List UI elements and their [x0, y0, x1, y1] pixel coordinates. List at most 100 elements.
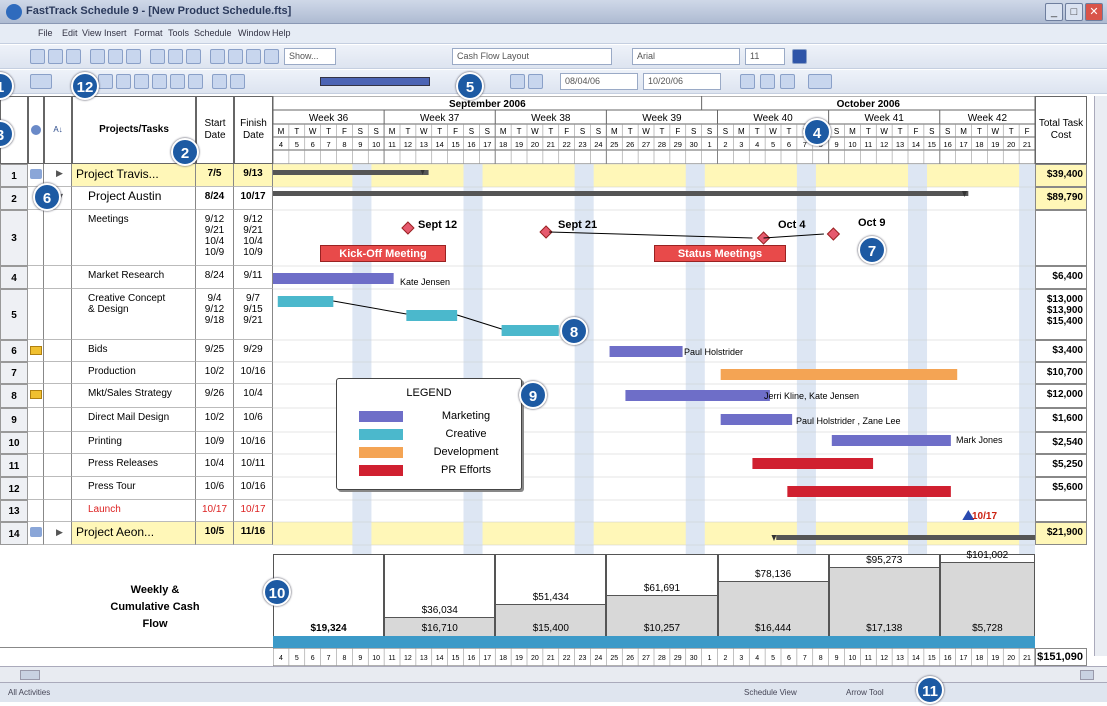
menu-edit[interactable]: Edit [62, 28, 78, 38]
task-name[interactable]: Printing [72, 432, 196, 454]
finish-date-cell[interactable]: 9/11 [234, 266, 273, 289]
wrap-icon[interactable] [246, 49, 261, 64]
folder-icon[interactable] [30, 390, 42, 399]
task-name[interactable]: Project Austin [72, 187, 196, 210]
row-number[interactable]: 7 [0, 362, 28, 384]
timescale-icon[interactable] [528, 74, 543, 89]
print-icon[interactable] [90, 49, 105, 64]
start-date-cell[interactable]: 10/6 [196, 477, 234, 500]
minimize-button[interactable]: _ [1045, 3, 1063, 21]
row-number[interactable]: 3 [0, 210, 28, 266]
new-icon[interactable] [30, 49, 45, 64]
row-number[interactable]: 5 [0, 289, 28, 340]
finish-date-cell[interactable]: 10/16 [234, 477, 273, 500]
zoom-in-icon[interactable] [230, 74, 245, 89]
note-icon[interactable] [30, 527, 42, 537]
paste-icon[interactable] [186, 49, 201, 64]
finish-date-header[interactable]: Finish Date [234, 96, 273, 164]
vertical-scrollbar[interactable] [1094, 96, 1107, 656]
menu-schedule[interactable]: Schedule [194, 28, 232, 38]
row-number[interactable]: 6 [0, 340, 28, 362]
row-expand-cell[interactable] [44, 340, 72, 362]
show-dropdown[interactable]: Show... [284, 48, 336, 65]
finish-date-cell[interactable]: 10/11 [234, 454, 273, 477]
summary-tool-icon[interactable] [152, 74, 167, 89]
arrow-tool-icon[interactable] [98, 74, 113, 89]
start-date-cell[interactable]: 10/17 [196, 500, 234, 522]
start-date-cell[interactable]: 10/2 [196, 362, 234, 384]
save-icon[interactable] [66, 49, 81, 64]
menu-file[interactable]: File [38, 28, 53, 38]
row-expand-cell[interactable] [44, 362, 72, 384]
finish-date-cell[interactable]: 9/29 [234, 340, 273, 362]
start-date-cell[interactable]: 8/24 [196, 266, 234, 289]
start-date-cell[interactable]: 9/4 9/12 9/18 [196, 289, 234, 340]
menu-tools[interactable]: Tools [168, 28, 189, 38]
row-number[interactable]: 14 [0, 522, 28, 545]
note-icon[interactable] [30, 169, 42, 179]
finish-date-cell[interactable]: 10/16 [234, 362, 273, 384]
menu-window[interactable]: Window [238, 28, 270, 38]
filter-icon[interactable] [264, 49, 279, 64]
start-date-header[interactable]: Start Date [196, 96, 234, 164]
finish-date-cell[interactable]: 10/16 [234, 432, 273, 454]
row-number[interactable]: 9 [0, 408, 28, 432]
start-date-cell[interactable]: 7/5 [196, 164, 234, 187]
row-number[interactable]: 2 [0, 187, 28, 210]
sort-header[interactable]: A↓ [44, 96, 72, 164]
layout-dropdown[interactable]: Cash Flow Layout [452, 48, 612, 65]
finish-date-cell[interactable]: 11/16 [234, 522, 273, 545]
row-number[interactable]: 13 [0, 500, 28, 522]
close-button[interactable]: ✕ [1085, 3, 1103, 21]
task-name[interactable]: Project Aeon... [72, 522, 196, 545]
menu-help[interactable]: Help [272, 28, 291, 38]
font-size-dropdown[interactable]: 11 [745, 48, 785, 65]
menu-format[interactable]: Format [134, 28, 163, 38]
expand-arrow-icon[interactable]: ▶ [56, 527, 63, 538]
task-name[interactable]: Project Travis... [72, 164, 196, 187]
task-name[interactable]: Bids [72, 340, 196, 362]
row-number[interactable]: 11 [0, 454, 28, 477]
row-expand-cell[interactable] [44, 500, 72, 522]
finish-date-cell[interactable]: 10/6 [234, 408, 273, 432]
bar-tool-icon[interactable] [116, 74, 131, 89]
print-preview-icon[interactable] [108, 49, 123, 64]
finish-date-cell[interactable]: 10/17 [234, 500, 273, 522]
start-date-cell[interactable]: 9/25 [196, 340, 234, 362]
scroll-right-icon[interactable] [760, 74, 775, 89]
cut-icon[interactable] [150, 49, 165, 64]
menu-view[interactable]: View [82, 28, 101, 38]
maximize-button[interactable]: □ [1065, 3, 1083, 21]
row-expand-cell[interactable] [44, 384, 72, 408]
milestone-tool-icon[interactable] [134, 74, 149, 89]
link-icon[interactable] [210, 49, 225, 64]
row-number[interactable]: 10 [0, 432, 28, 454]
text-tool-icon[interactable] [188, 74, 203, 89]
row-expand-cell[interactable] [44, 289, 72, 340]
finish-date-cell[interactable]: 9/12 9/21 10/4 10/9 [234, 210, 273, 266]
copy-icon[interactable] [168, 49, 183, 64]
calendar-icon[interactable] [510, 74, 525, 89]
timescale-slider[interactable] [320, 77, 430, 86]
menu-insert[interactable]: Insert [104, 28, 127, 38]
task-name[interactable]: Press Releases [72, 454, 196, 477]
link-tool-icon[interactable] [170, 74, 185, 89]
finish-date-cell[interactable]: 9/13 [234, 164, 273, 187]
task-name[interactable]: Meetings [72, 210, 196, 266]
gantt-view-icon[interactable] [30, 74, 52, 89]
row-expand-cell[interactable] [44, 432, 72, 454]
scroll-right-button[interactable] [1080, 670, 1094, 680]
task-name[interactable]: Press Tour [72, 477, 196, 500]
start-date-cell[interactable]: 10/5 [196, 522, 234, 545]
open-icon[interactable] [48, 49, 63, 64]
spell-icon[interactable] [126, 49, 141, 64]
start-date-cell[interactable]: 10/2 [196, 408, 234, 432]
start-date-cell[interactable]: 9/12 9/21 10/4 10/9 [196, 210, 234, 266]
row-expand-cell[interactable] [44, 266, 72, 289]
row-expand-cell[interactable] [44, 210, 72, 266]
horizontal-scrollbar[interactable] [0, 666, 1107, 682]
finish-date-cell[interactable]: 10/4 [234, 384, 273, 408]
task-name[interactable]: Mkt/Sales Strategy [72, 384, 196, 408]
task-name[interactable]: Market Research [72, 266, 196, 289]
start-date-cell[interactable]: 10/4 [196, 454, 234, 477]
